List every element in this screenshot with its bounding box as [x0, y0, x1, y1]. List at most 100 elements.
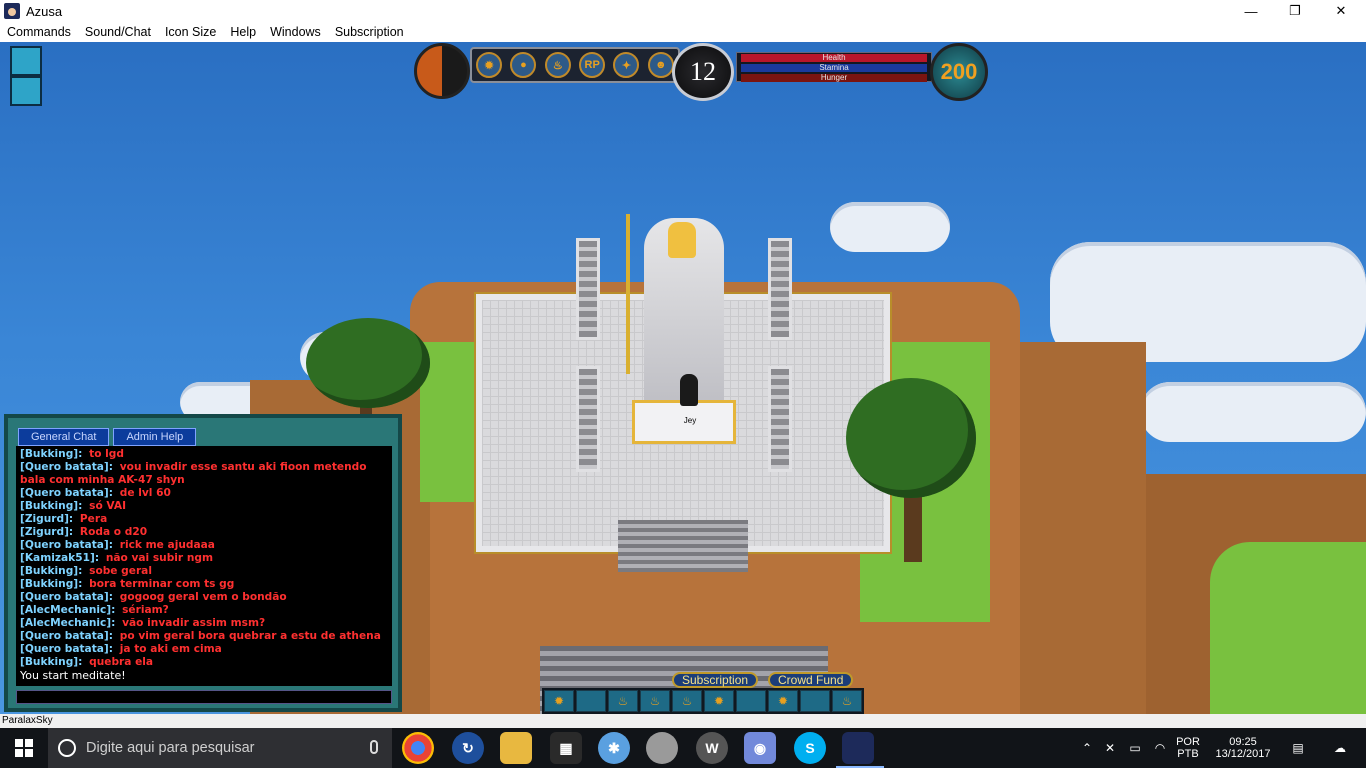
weather-icon[interactable]: ☁	[1320, 728, 1360, 768]
health-bar: Health	[741, 54, 927, 62]
grass-patch	[1210, 542, 1366, 714]
cloud	[1140, 382, 1366, 442]
tree	[846, 378, 976, 498]
clock-date: 13/12/2017	[1215, 748, 1271, 760]
windows-icon	[15, 739, 33, 757]
disc-icon[interactable]	[646, 732, 678, 764]
chat-line: [Zigurd]: Pera	[20, 513, 108, 525]
chat-line: bala com minha AK-47 shyn	[20, 474, 185, 486]
menu-windows[interactable]: Windows	[263, 25, 328, 39]
cloud	[830, 202, 950, 252]
w-icon[interactable]: W	[696, 732, 728, 764]
character-icon[interactable]: ☻	[647, 52, 674, 78]
island-cliff	[1020, 342, 1146, 714]
player-character[interactable]	[680, 374, 698, 406]
discord-icon[interactable]: ◉	[744, 732, 776, 764]
skill-slot[interactable]	[736, 690, 766, 712]
minimize-button[interactable]: —	[1228, 0, 1274, 22]
shrine-stairs	[618, 520, 748, 572]
menu-sound-chat[interactable]: Sound/Chat	[78, 25, 158, 39]
menu-bar: Commands Sound/Chat Icon Size Help Windo…	[0, 22, 1366, 42]
chat-line: [Bukking]: bora terminar com ts gg	[20, 578, 235, 590]
skill-slot[interactable]	[800, 690, 830, 712]
skype-icon[interactable]: S	[794, 732, 826, 764]
chat-input[interactable]	[16, 690, 392, 704]
window-title: Azusa	[26, 3, 63, 19]
spark-icon[interactable]: ✦	[613, 52, 640, 78]
skill-slot[interactable]: ♨	[832, 690, 862, 712]
system-message: You start meditate!	[20, 669, 126, 682]
notifications-icon[interactable]: ▤	[1284, 728, 1312, 768]
chat-line: [Quero batata]: po vim geral bora quebra…	[20, 630, 381, 642]
search-placeholder: Digite aqui para pesquisar	[86, 740, 255, 756]
azusa-icon[interactable]	[842, 732, 874, 764]
skill-slot[interactable]: ✹	[544, 690, 574, 712]
chat-line: [AlecMechanic]: vão invadir assim msm?	[20, 617, 266, 629]
tree	[306, 318, 430, 408]
yinyang-left-icon	[414, 43, 470, 99]
microphone-icon[interactable]	[370, 740, 378, 754]
status-line: ParalaxSky	[0, 714, 1366, 728]
skill-slot[interactable]	[576, 690, 606, 712]
skill-slot[interactable]: ✹	[768, 690, 798, 712]
title-bar: Azusa — ❐ ✕	[0, 0, 1366, 22]
close-button[interactable]: ✕	[1318, 0, 1364, 22]
battery-icon[interactable]: ▭	[1124, 728, 1146, 768]
gold-orb: 200	[930, 43, 988, 101]
subscription-button[interactable]: Subscription	[672, 672, 759, 688]
skill-slot[interactable]: ♨	[640, 690, 670, 712]
menu-commands[interactable]: Commands	[0, 25, 78, 39]
skill-slot[interactable]: ✹	[704, 690, 734, 712]
crowd-fund-button[interactable]: Crowd Fund	[768, 672, 854, 688]
store-icon[interactable]: ▦	[550, 732, 582, 764]
chat-line: [Quero batata]: gogoog geral vem o bondã…	[20, 591, 287, 603]
menu-subscription[interactable]: Subscription	[328, 25, 411, 39]
flame-icon[interactable]: ♨	[544, 52, 571, 78]
tab-admin-help[interactable]: Admin Help	[113, 428, 197, 446]
chat-log[interactable]: [Bukking]: to lgd [Quero batata]: vou in…	[16, 446, 392, 686]
level-orb: 12	[672, 43, 734, 101]
chat-line: [Kamizak51]: não vai subir ngm	[20, 552, 213, 564]
start-button[interactable]	[0, 728, 48, 768]
stamina-bar: Stamina	[741, 64, 927, 72]
language-indicator[interactable]: POR PTB	[1172, 728, 1204, 768]
tab-general-chat[interactable]: General Chat	[18, 428, 110, 446]
clock[interactable]: 09:25 13/12/2017	[1208, 728, 1278, 768]
chat-line: [Quero batata]: de lvl 60	[20, 487, 171, 499]
wifi-icon[interactable]: ◠	[1150, 728, 1170, 768]
menu-help[interactable]: Help	[223, 25, 263, 39]
chrome-icon[interactable]	[402, 732, 434, 764]
hunger-bar: Hunger	[741, 74, 927, 82]
skill-bar: ✹ ♨ ♨ ♨ ✹ ✹ ♨	[542, 688, 864, 714]
chat-line: [Quero batata]: ja to aki em cima	[20, 643, 222, 655]
search-box[interactable]: Digite aqui para pesquisar	[48, 728, 392, 768]
skill-slot[interactable]: ♨	[672, 690, 702, 712]
taskbar: Digite aqui para pesquisar ↻ ▦ ✱ W ◉ S ⌃…	[0, 728, 1366, 768]
network-icon[interactable]: ✱	[598, 732, 630, 764]
menu-icon-size[interactable]: Icon Size	[158, 25, 223, 39]
chat-line: [Quero batata]: rick me ajudaaa	[20, 539, 215, 551]
folder-icon[interactable]	[500, 732, 532, 764]
quick-slot-1[interactable]	[10, 46, 42, 76]
sync-icon[interactable]: ↻	[452, 732, 484, 764]
maximize-button[interactable]: ❐	[1272, 0, 1318, 22]
orb-icon[interactable]: ●	[510, 52, 537, 78]
clock-time: 09:25	[1229, 736, 1257, 748]
pillar	[576, 238, 600, 340]
hud-icon-bar: ✹ ● ♨ RP ✦ ☻	[470, 47, 680, 83]
skill-slot[interactable]: ♨	[608, 690, 638, 712]
quick-slot-2[interactable]	[10, 76, 42, 106]
chat-line: [Bukking]: só VAI	[20, 500, 127, 512]
statue-spear	[626, 214, 630, 374]
chat-line: [Zigurd]: Roda o d20	[20, 526, 148, 538]
pillar	[576, 366, 600, 472]
pillar	[768, 366, 792, 472]
rp-icon[interactable]: RP	[579, 52, 606, 78]
tray-chevron-icon[interactable]: ⌃	[1078, 728, 1096, 768]
app-icon	[4, 3, 20, 19]
chat-tabs: General Chat Admin Help	[18, 428, 197, 448]
sun-icon[interactable]: ✹	[476, 52, 503, 78]
volume-mute-icon[interactable]: ✕	[1100, 728, 1120, 768]
status-bars: Health Stamina Hunger	[736, 52, 932, 82]
language-code: POR	[1176, 736, 1200, 748]
